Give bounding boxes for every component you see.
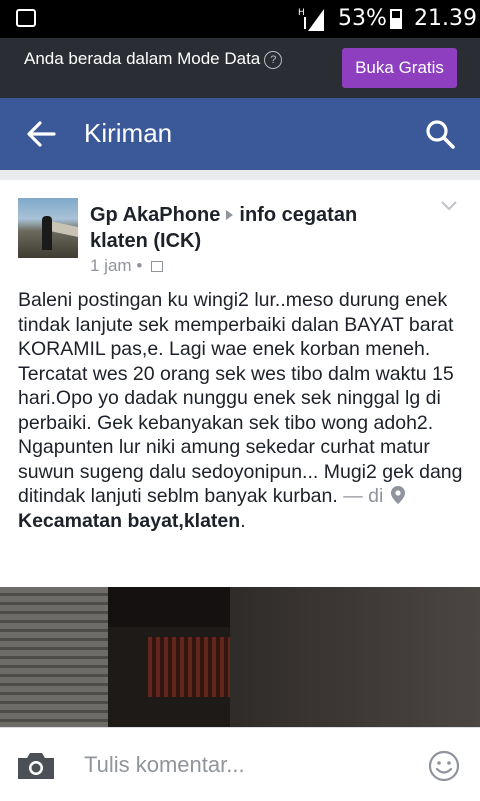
signal-icon: H <box>298 8 324 31</box>
location-link[interactable]: Kecamatan bayat,klaten <box>18 510 240 532</box>
chevron-down-icon[interactable] <box>440 200 458 212</box>
post-card: Gp AkaPhone info cegatan klaten (ICK) 1 j… <box>0 180 480 587</box>
battery-percentage: 53% <box>338 6 387 31</box>
post-meta: 1 jam • <box>90 256 163 276</box>
camera-icon[interactable] <box>16 750 56 780</box>
app-bar: Kiriman <box>0 98 480 170</box>
comment-bar: Tulis komentar... <box>0 727 480 801</box>
privacy-group-icon <box>151 261 163 272</box>
location-pin-icon <box>390 486 405 504</box>
author-name[interactable]: Gp AkaPhone <box>90 204 220 226</box>
open-free-button[interactable]: Buka Gratis <box>342 48 457 88</box>
emoji-icon[interactable] <box>428 750 460 782</box>
clock: 21.39 <box>414 6 477 31</box>
post-time[interactable]: 1 jam <box>90 256 132 275</box>
post-text: Baleni postingan ku wingi2 lur..meso dur… <box>18 289 463 532</box>
data-mode-banner: Anda berada dalam Mode Data? Buka Gratis <box>0 38 480 98</box>
back-arrow-icon[interactable] <box>26 120 56 148</box>
data-mode-message: Anda berada dalam Mode Data? <box>24 48 284 69</box>
battery-icon <box>390 9 402 29</box>
share-arrow-icon <box>226 209 234 220</box>
help-icon[interactable]: ? <box>264 51 283 69</box>
search-icon[interactable] <box>424 118 456 150</box>
status-bar: H 53% 21.39 <box>0 0 480 38</box>
post-header: Gp AkaPhone info cegatan klaten (ICK) <box>90 202 410 254</box>
svg-text:H: H <box>298 8 305 18</box>
author-avatar[interactable] <box>18 198 78 258</box>
comment-input[interactable]: Tulis komentar... <box>84 752 245 778</box>
page-title: Kiriman <box>84 118 173 148</box>
post-photo[interactable] <box>0 587 480 727</box>
message-notification-icon <box>16 9 36 27</box>
